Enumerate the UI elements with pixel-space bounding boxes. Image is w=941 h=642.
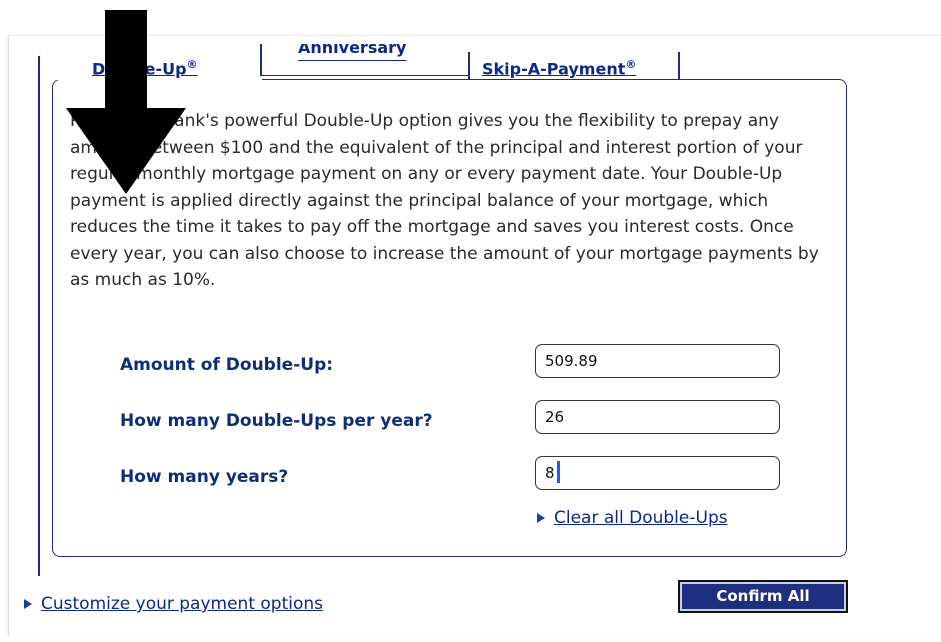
tab-skip-a-payment-label: Skip-A-Payment [482,59,626,79]
registered-mark: ® [186,58,198,71]
tab-anniversary-label: Anniversary [298,44,407,57]
confirm-all-button[interactable]: Confirm All [678,580,848,613]
triangle-right-icon [24,599,32,609]
tab-anniversary[interactable]: Anniversary [260,44,470,76]
years-input[interactable] [535,456,780,490]
clear-all-link-label: Clear all Double-Ups [554,508,728,528]
outer-border-line [38,56,40,576]
tab-double-up[interactable]: Double-Up® [40,52,262,80]
clear-all-link[interactable]: Clear all Double-Ups [537,508,728,528]
amount-label: Amount of Double-Up: [120,355,334,375]
customize-link-label: Customize your payment options [41,594,324,614]
years-label: How many years? [120,467,289,487]
text-caret [557,461,560,483]
triangle-right-icon [537,513,545,523]
arrow-down-icon [105,10,147,110]
customize-link[interactable]: Customize your payment options [24,594,323,614]
arrow-down-head-icon [66,108,186,194]
per-year-input[interactable] [535,400,780,434]
amount-input[interactable] [535,344,780,378]
tab-skip-a-payment[interactable]: Skip-A-Payment® [468,52,680,80]
registered-mark: ® [625,58,637,71]
per-year-label: How many Double-Ups per year? [120,411,433,431]
